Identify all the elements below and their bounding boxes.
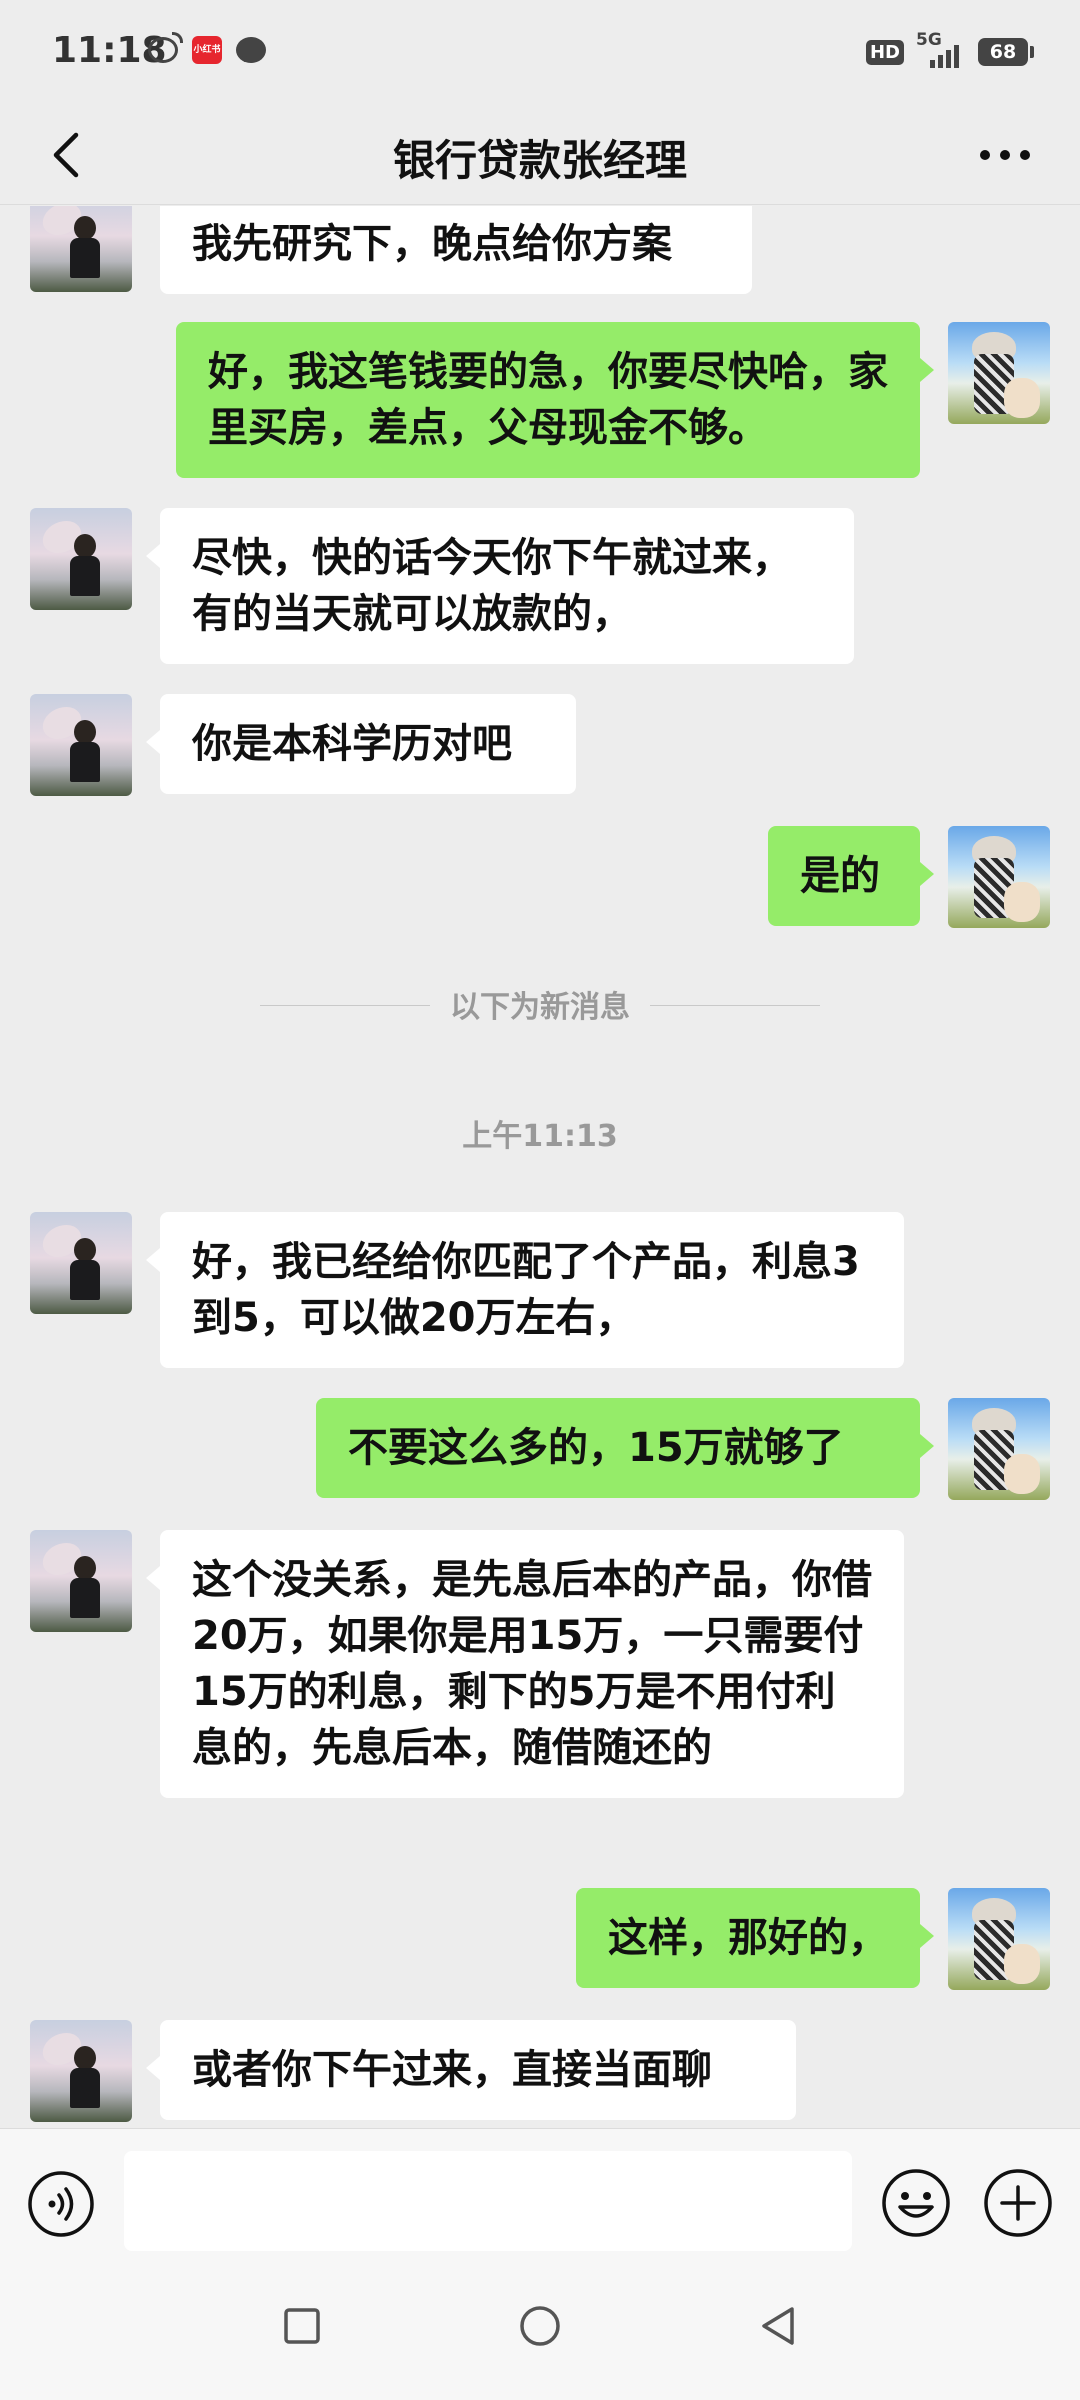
message-bubble-outgoing[interactable]: 这样，那好的，: [576, 1888, 934, 1988]
user-avatar[interactable]: [948, 826, 1050, 928]
status-notification-icons: 小红书: [148, 32, 266, 64]
message-bubble-incoming[interactable]: 我先研究下，晚点给你方案: [160, 206, 752, 294]
battery-icon: 68: [978, 38, 1034, 66]
message-input[interactable]: [124, 2151, 852, 2251]
weibo-icon: [148, 32, 183, 63]
user-avatar[interactable]: [948, 1398, 1050, 1500]
contact-avatar[interactable]: [30, 1530, 132, 1632]
user-avatar[interactable]: [948, 1888, 1050, 1990]
input-bar: [0, 2128, 1080, 2268]
message-bubble-incoming[interactable]: 好，我已经给你匹配了个产品，利息3到5，可以做20万左右，: [146, 1212, 904, 1368]
contact-avatar[interactable]: [30, 206, 132, 292]
voice-icon[interactable]: [26, 2169, 96, 2239]
plus-icon[interactable]: [982, 2167, 1054, 2239]
message-timestamp: 上午11:13: [462, 1119, 618, 1154]
chat-header: 银行贷款张经理: [0, 105, 1080, 205]
chat-message-list[interactable]: 我先研究下，晚点给你方案 好，我这笔钱要的急，你要尽快哈，家里买房，差点，父母现…: [0, 206, 1080, 2126]
message-bubble-outgoing[interactable]: 好，我这笔钱要的急，你要尽快哈，家里买房，差点，父母现金不够。: [176, 322, 934, 478]
red-app-icon: 小红书: [192, 36, 222, 64]
contact-avatar[interactable]: [30, 508, 132, 610]
message-bubble-incoming[interactable]: 你是本科学历对吧: [146, 694, 576, 794]
message-bubble-incoming[interactable]: 尽快，快的话今天你下午就过来，有的当天就可以放款的，: [146, 508, 854, 664]
new-messages-label: 以下为新消息: [450, 990, 630, 1025]
message-bubble-incoming[interactable]: 或者你下午过来，直接当面聊: [146, 2020, 796, 2120]
contact-avatar[interactable]: [30, 2020, 132, 2122]
user-avatar[interactable]: [948, 322, 1050, 424]
recent-apps-icon[interactable]: [282, 2306, 322, 2346]
more-dots-icon[interactable]: [970, 125, 1040, 185]
message-bubble-outgoing[interactable]: 不要这么多的，15万就够了: [316, 1398, 934, 1498]
status-bar: 11:18 小红书 HD 5G 68: [0, 0, 1080, 105]
message-bubble-incoming[interactable]: 这个没关系，是先息后本的产品，你借20万，如果你是用15万，一只需要付15万的利…: [146, 1530, 904, 1798]
new-messages-divider: 以下为新消息: [260, 976, 820, 1036]
contact-avatar[interactable]: [30, 1212, 132, 1314]
hd-icon: HD: [865, 39, 904, 65]
contact-avatar[interactable]: [30, 694, 132, 796]
message-icon: [236, 37, 266, 63]
home-icon[interactable]: [518, 2304, 562, 2348]
status-system-icons: HD 5G 68: [865, 30, 1034, 68]
signal-icon: 5G: [916, 30, 966, 68]
chat-title: 银行贷款张经理: [392, 136, 687, 185]
emoji-icon[interactable]: [880, 2167, 952, 2239]
message-bubble-outgoing[interactable]: 是的: [768, 826, 934, 926]
system-nav-bar: [0, 2268, 1080, 2400]
back-icon[interactable]: [756, 2304, 800, 2348]
